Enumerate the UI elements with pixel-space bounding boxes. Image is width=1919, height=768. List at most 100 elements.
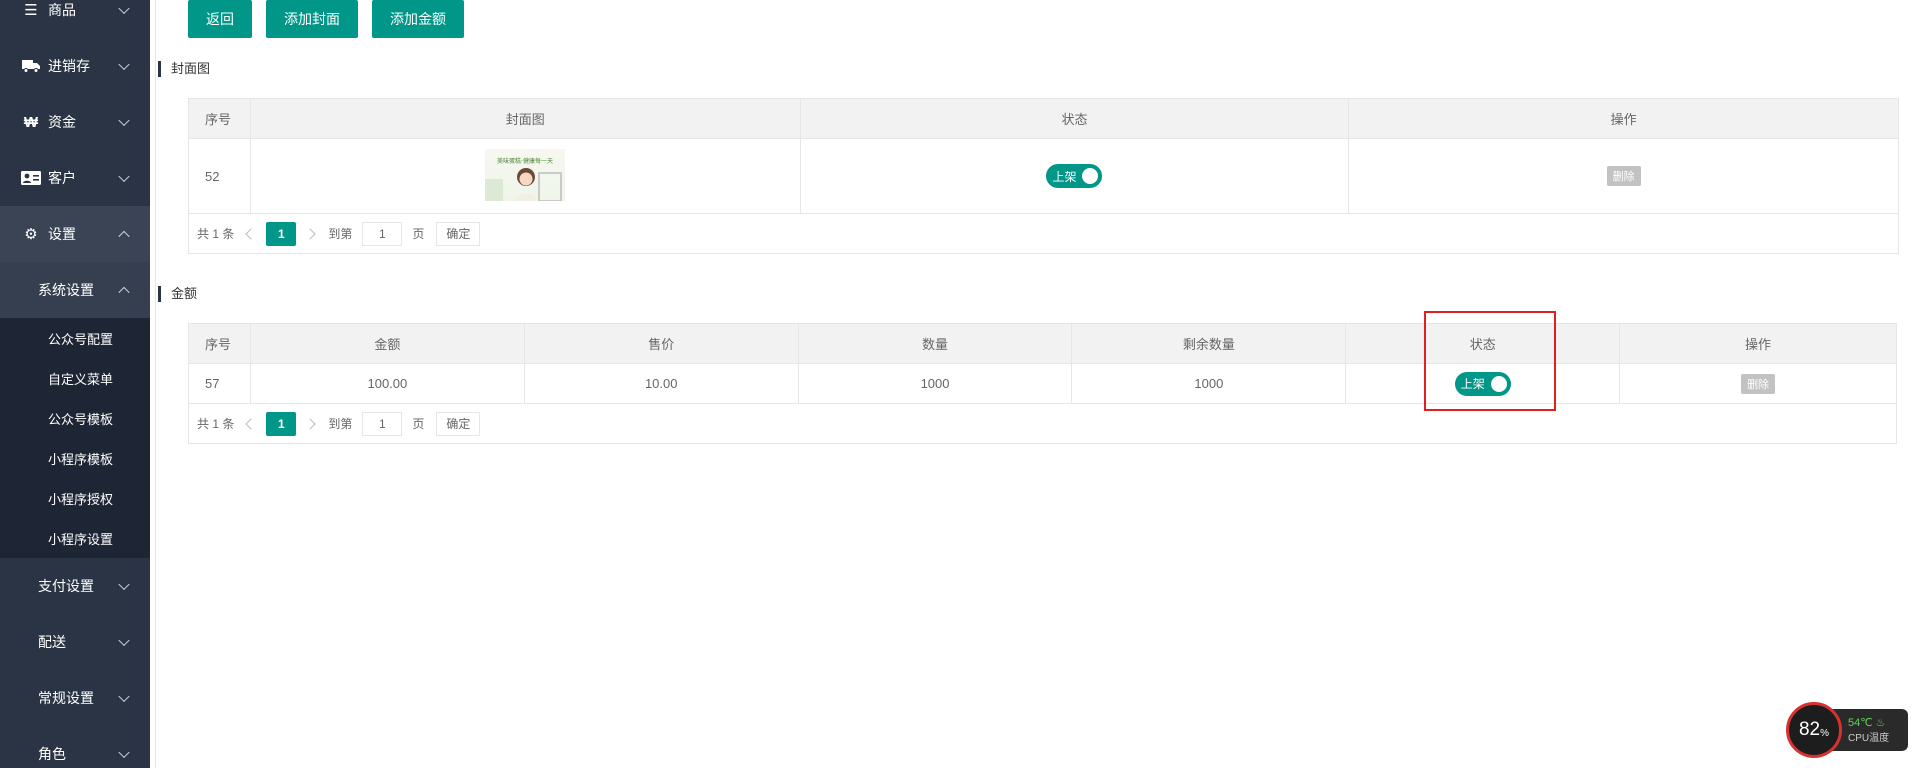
pagination-total: 共 1 条 (197, 227, 235, 241)
chevron-up-icon (118, 230, 130, 243)
column-header: 封面图 (249, 98, 801, 139)
sidebar-item-settings[interactable]: ⚙ 设置 (0, 206, 150, 262)
sidebar-item-label: 常规设置 (38, 690, 94, 706)
cover-table: 序号 封面图 状态 操作 52 美味蛋糕·健康每一天 上架 删除 (188, 98, 1899, 214)
chevron-left-icon[interactable] (244, 418, 256, 430)
amount-pagination: 共 1 条 1 到第 页 确定 (188, 404, 1897, 444)
cover-section-title: 封面图 (158, 61, 210, 77)
pagination-total: 共 1 条 (197, 417, 235, 431)
flame-icon: ♨ (1875, 717, 1886, 729)
truck-icon (20, 57, 42, 75)
sidebar-item-inventory[interactable]: 进销存 (0, 38, 150, 94)
add-cover-button[interactable]: 添加封面 (266, 0, 358, 38)
pagination-current-page[interactable]: 1 (266, 221, 297, 246)
sidebar-item-label: 小程序设置 (48, 531, 114, 547)
add-amount-button[interactable]: 添加金额 (372, 0, 464, 38)
cpu-usage-value: 82 (1798, 719, 1821, 740)
cover-image-caption: 美味蛋糕·健康每一天 (497, 157, 553, 165)
pagination-page-input[interactable] (362, 221, 403, 246)
sidebar-item-miniprogram-auth[interactable]: 小程序授权 (0, 478, 150, 518)
pagination-page-unit: 页 (412, 227, 425, 241)
sidebar-item-delivery[interactable]: 配送 (0, 614, 150, 670)
cover-pagination: 共 1 条 1 到第 页 确定 (188, 214, 1899, 254)
chevron-down-icon (118, 690, 130, 703)
chevron-down-icon (118, 2, 130, 15)
won-icon: ₩ (23, 113, 39, 131)
pagination-current-page[interactable]: 1 (266, 411, 297, 436)
pagination-goto-label: 到第 (328, 417, 353, 431)
pagination-confirm-button[interactable]: 确定 (436, 411, 481, 436)
sidebar-item-payment-settings[interactable]: 支付设置 (0, 558, 150, 614)
cover-image-cell: 美味蛋糕·健康每一天 (249, 138, 801, 214)
chevron-up-icon (118, 286, 130, 299)
cpu-usage-unit: % (1820, 727, 1830, 739)
row-id: 52 (188, 138, 251, 214)
chevron-down-icon (118, 58, 130, 71)
sidebar-item-label: 公众号模板 (48, 411, 114, 427)
delete-button[interactable]: 删除 (1606, 166, 1641, 186)
sidebar-item-goods[interactable]: ☰ 商品 (0, 0, 150, 38)
action-cell: 删除 (1619, 363, 1897, 404)
chevron-right-icon[interactable] (306, 418, 318, 430)
sidebar-item-label: 系统设置 (38, 282, 94, 298)
column-header: 序号 (188, 323, 251, 364)
chevron-down-icon (118, 746, 130, 759)
pagination-goto-label: 到第 (328, 227, 353, 241)
status-cell: 上架 (799, 138, 1350, 214)
sidebar-item-funds[interactable]: ₩ 资金 (0, 94, 150, 150)
chevron-left-icon[interactable] (244, 228, 256, 240)
sidebar-item-official-account-template[interactable]: 公众号模板 (0, 398, 150, 438)
back-button[interactable]: 返回 (188, 0, 252, 38)
id-card-icon (20, 169, 42, 187)
row-id: 57 (188, 363, 251, 404)
highlight-annotation-box (1424, 311, 1556, 411)
sidebar-item-general-settings[interactable]: 常规设置 (0, 670, 150, 726)
column-header: 操作 (1619, 323, 1897, 364)
sidebar-item-label: 配送 (38, 634, 66, 650)
cover-image[interactable]: 美味蛋糕·健康每一天 (485, 148, 566, 202)
chevron-down-icon (118, 114, 130, 127)
sidebar-item-custom-menu[interactable]: 自定义菜单 (0, 358, 150, 398)
column-header: 售价 (523, 323, 799, 364)
cpu-temp-value: 54℃ ♨ (1848, 716, 1908, 729)
table-row: 57 100.00 10.00 1000 1000 上架 删除 (188, 363, 1897, 404)
chevron-down-icon (118, 170, 130, 183)
cpu-temp-text: 54℃ (1848, 717, 1873, 729)
delete-button[interactable]: 删除 (1741, 373, 1776, 394)
price-cell: 10.00 (523, 363, 799, 404)
remaining-cell: 1000 (1071, 363, 1347, 404)
quantity-cell: 1000 (797, 363, 1073, 404)
sidebar-item-miniprogram-template[interactable]: 小程序模板 (0, 438, 150, 478)
sidebar-item-roles[interactable]: 角色 (0, 726, 150, 768)
column-header: 数量 (797, 323, 1073, 364)
sidebar-item-label: 小程序授权 (48, 491, 114, 507)
sidebar-item-official-account-config[interactable]: 公众号配置 (0, 318, 150, 358)
amount-cell: 100.00 (249, 363, 525, 404)
sidebar-item-customers[interactable]: 客户 (0, 150, 150, 206)
sidebar-item-label: 资金 (48, 114, 76, 130)
column-header: 金额 (249, 323, 525, 364)
status-toggle-label: 上架 (1052, 169, 1077, 184)
content-divider (155, 0, 156, 768)
pagination-confirm-button[interactable]: 确定 (436, 221, 481, 246)
sidebar-item-label: 设置 (48, 226, 76, 242)
sidebar-item-label: 商品 (48, 2, 76, 18)
sidebar-item-miniprogram-settings[interactable]: 小程序设置 (0, 518, 150, 558)
action-cell: 删除 (1348, 138, 1899, 214)
cpu-usage-ring: 82% (1786, 702, 1842, 758)
status-toggle[interactable]: 上架 (1046, 164, 1103, 188)
column-header: 操作 (1348, 98, 1899, 139)
chevron-right-icon[interactable] (306, 228, 318, 240)
cpu-temp-label: CPU温度 (1848, 733, 1890, 744)
sidebar-item-system-settings[interactable]: 系统设置 (0, 262, 150, 318)
table-row: 52 美味蛋糕·健康每一天 上架 删除 (188, 138, 1899, 214)
column-header: 序号 (188, 98, 251, 139)
toggle-knob (1082, 168, 1099, 184)
sidebar-item-label: 角色 (38, 746, 66, 762)
sidebar-item-label: 小程序模板 (48, 451, 114, 467)
chevron-down-icon (118, 578, 130, 591)
amount-table: 序号 金额 售价 数量 剩余数量 状态 操作 57 100.00 10.00 1… (188, 323, 1897, 404)
sidebar-item-label: 进销存 (48, 58, 90, 74)
cpu-monitor-widget[interactable]: 82% 54℃ ♨ CPU温度 (1786, 702, 1908, 758)
pagination-page-input[interactable] (362, 411, 403, 436)
